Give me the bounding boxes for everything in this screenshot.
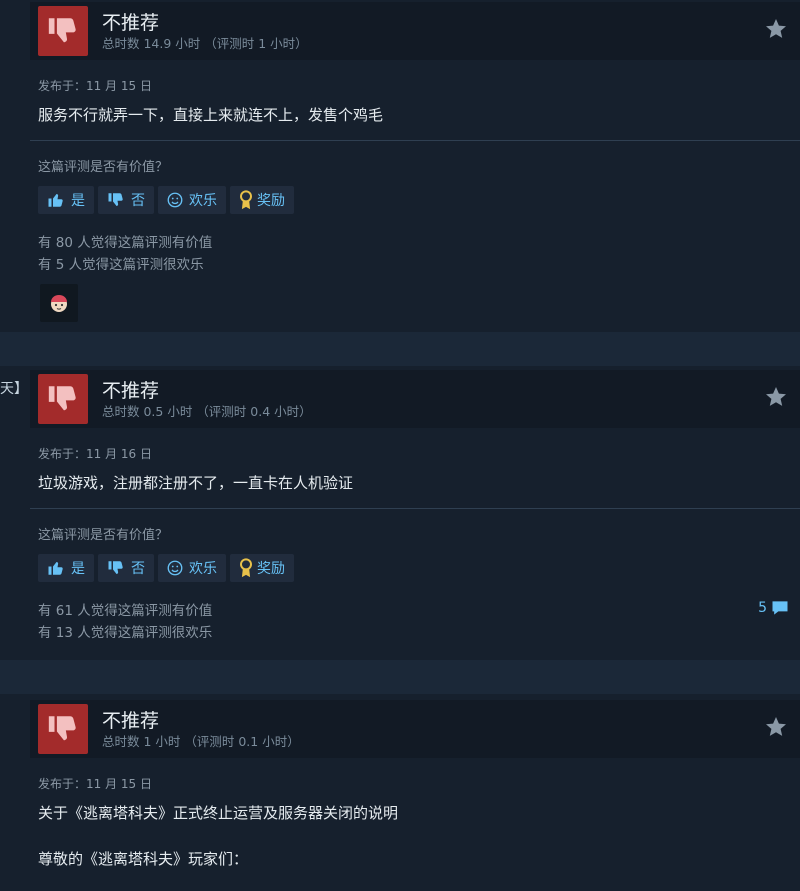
vote-buttons: 是 否 欢乐 奖励: [38, 186, 294, 214]
review-body-line-2: 尊敬的《逃离塔科夫》玩家们：: [38, 850, 249, 868]
review-card-3: 不推荐 总时数 1 小时 （评测时 0.1 小时） 发布于：11 月 15 日 …: [0, 694, 800, 891]
vote-buttons: 是 否 欢乐 奖励: [38, 554, 294, 582]
award-button[interactable]: 奖励: [230, 186, 294, 214]
helpful-question: 这篇评测是否有价值？: [38, 528, 169, 543]
smiley-icon: [167, 560, 183, 576]
review-verdict: 不推荐: [102, 380, 160, 402]
review-header: 不推荐 总时数 0.5 小时 （评测时 0.4 小时）: [30, 370, 800, 428]
helpful-count: 有 61 人觉得这篇评测有价值: [38, 603, 213, 619]
review-verdict: 不推荐: [102, 710, 160, 732]
review-header: 不推荐 总时数 1 小时 （评测时 0.1 小时）: [30, 700, 800, 758]
review-verdict: 不推荐: [102, 12, 160, 34]
award-icon: [240, 190, 252, 210]
playtime-hours: 总时数 0.5 小时 （评测时 0.4 小时）: [102, 404, 312, 419]
comment-count: 5: [758, 600, 767, 616]
vote-yes-label: 是: [71, 193, 85, 209]
vote-funny-button[interactable]: 欢乐: [158, 554, 226, 582]
truncated-edge-text: 天】: [0, 381, 28, 397]
posted-date: 发布于：11 月 15 日: [38, 777, 152, 791]
helpful-question: 这篇评测是否有价值？: [38, 160, 169, 175]
vote-no-label: 否: [131, 561, 145, 577]
star-icon[interactable]: [764, 385, 788, 409]
vote-funny-label: 欢乐: [189, 561, 217, 577]
review-separator: [0, 660, 800, 694]
vote-yes-label: 是: [71, 561, 85, 577]
playtime-hours: 总时数 1 小时 （评测时 0.1 小时）: [102, 734, 300, 749]
award-label: 奖励: [257, 561, 285, 577]
funny-count: 有 5 人觉得这篇评测很欢乐: [38, 257, 204, 273]
helpful-count: 有 80 人觉得这篇评测有价值: [38, 235, 213, 251]
award-label: 奖励: [257, 193, 285, 209]
comments-link[interactable]: 5: [758, 598, 790, 618]
vote-no-label: 否: [131, 193, 145, 209]
review-body: 关于《逃离塔科夫》正式终止运营及服务器关闭的说明: [38, 804, 399, 822]
comment-icon: [772, 601, 788, 615]
thumbs-up-icon: [48, 562, 63, 575]
thumbs-down-icon: [38, 704, 88, 754]
review-separator: [0, 332, 800, 366]
star-icon[interactable]: [764, 17, 788, 41]
thumbs-down-icon: [108, 561, 123, 574]
funny-count: 有 13 人觉得这篇评测很欢乐: [38, 625, 213, 641]
thumbs-up-icon: [48, 194, 63, 207]
emoji-award-icon[interactable]: [40, 284, 78, 322]
posted-date: 发布于：11 月 16 日: [38, 447, 152, 461]
divider: [30, 140, 800, 141]
review-card-1: 不推荐 总时数 14.9 小时 （评测时 1 小时） 发布于：11 月 15 日…: [0, 0, 800, 332]
posted-date: 发布于：11 月 15 日: [38, 79, 152, 93]
playtime-hours: 总时数 14.9 小时 （评测时 1 小时）: [102, 36, 308, 51]
divider: [30, 508, 800, 509]
vote-no-button[interactable]: 否: [98, 554, 154, 582]
review-body: 服务不行就弄一下，直接上来就连不上，发售个鸡毛: [38, 106, 384, 124]
review-card-2: 天】 不推荐 总时数 0.5 小时 （评测时 0.4 小时） 发布于：11 月 …: [0, 366, 800, 660]
review-body: 垃圾游戏，注册都注册不了，一直卡在人机验证: [38, 474, 354, 492]
thumbs-down-icon: [38, 6, 88, 56]
vote-yes-button[interactable]: 是: [38, 554, 94, 582]
review-header: 不推荐 总时数 14.9 小时 （评测时 1 小时）: [30, 2, 800, 60]
thumbs-down-icon: [38, 374, 88, 424]
award-icon: [240, 558, 252, 578]
vote-yes-button[interactable]: 是: [38, 186, 94, 214]
smiley-icon: [167, 192, 183, 208]
vote-no-button[interactable]: 否: [98, 186, 154, 214]
vote-funny-button[interactable]: 欢乐: [158, 186, 226, 214]
award-button[interactable]: 奖励: [230, 554, 294, 582]
thumbs-down-icon: [108, 193, 123, 206]
vote-funny-label: 欢乐: [189, 193, 217, 209]
star-icon[interactable]: [764, 715, 788, 739]
